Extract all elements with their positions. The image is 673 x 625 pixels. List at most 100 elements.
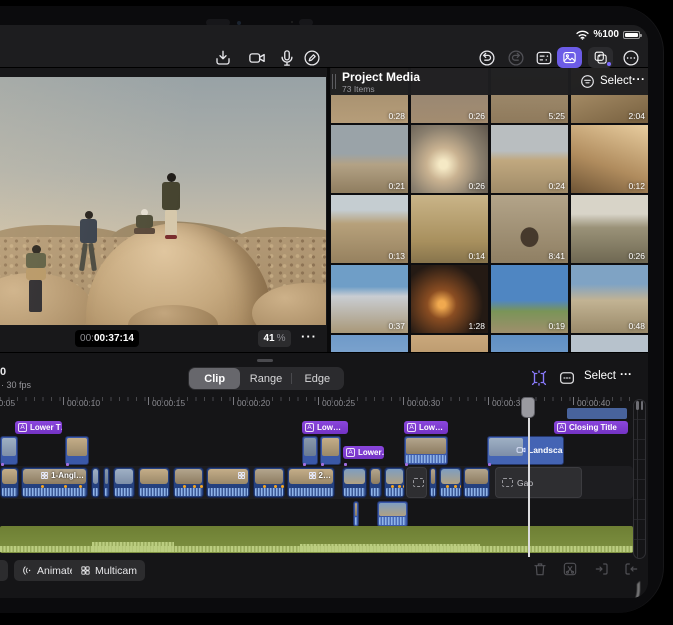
browser-select-button[interactable]: Select <box>600 75 632 87</box>
playhead-line[interactable] <box>528 399 530 557</box>
media-thumbnail[interactable]: 0:14 <box>411 195 488 263</box>
title-clip-label: Lower T… <box>30 423 62 432</box>
storyline-clip[interactable]: 1-Angl… <box>21 467 88 498</box>
timeline-ruler[interactable]: 00:00:0500:00:1000:00:1500:00:2000:00:25… <box>0 397 633 413</box>
timecode-display[interactable]: 00:00:37:14 <box>75 330 139 347</box>
media-thumbnail[interactable]: 0:26 <box>571 195 648 263</box>
media-thumbnail[interactable]: 0:24 <box>491 125 568 193</box>
connected-clip[interactable] <box>65 436 89 465</box>
gap-clip[interactable]: Gap <box>495 467 582 498</box>
title-clip[interactable]: ALower T… <box>15 421 62 434</box>
storyline-clip[interactable] <box>138 467 170 498</box>
inspector-icon[interactable] <box>535 49 553 67</box>
storyline-clip[interactable] <box>369 467 382 498</box>
clip-duration: 2:04 <box>628 111 645 121</box>
timeline-vertical-scrollbar[interactable] <box>633 399 646 559</box>
storyline-clip[interactable]: 2… <box>287 467 335 498</box>
viewer-more-button[interactable]: ··· <box>301 329 317 344</box>
storyline-clip[interactable] <box>439 467 462 498</box>
connected-clip[interactable]: Landscap… <box>487 436 564 465</box>
media-thumbnail[interactable] <box>331 335 408 352</box>
ruler-label: 00:00:40 <box>577 398 610 408</box>
storyline-clip[interactable] <box>103 467 110 498</box>
media-thumbnail[interactable]: 0:13 <box>331 195 408 263</box>
clip-duration: 0:13 <box>388 251 405 261</box>
storyline-clip[interactable] <box>206 467 250 498</box>
redo-icon[interactable] <box>507 49 525 67</box>
connected-clip[interactable] <box>302 436 318 465</box>
title-clip[interactable]: ALow… <box>302 421 348 434</box>
clip-thumbnail <box>322 438 339 456</box>
viewer-controls: 00:00:37:14 41 % ··· <box>0 328 323 350</box>
media-thumbnail[interactable]: 0:48 <box>571 265 648 333</box>
microphone-icon[interactable] <box>278 49 296 67</box>
clip-duration: 0:26 <box>628 251 645 261</box>
clip-duration: 0:26 <box>468 111 485 121</box>
record-camera-icon[interactable] <box>248 49 266 67</box>
connected-clip[interactable] <box>0 436 18 465</box>
pencil-tool-icon[interactable] <box>303 49 321 67</box>
timeline-select-button[interactable]: Select <box>584 370 616 382</box>
clip-duration: 0:14 <box>468 251 485 261</box>
append-clip-icon[interactable] <box>623 561 639 577</box>
storyline-clip[interactable] <box>253 467 285 498</box>
storyline-clip[interactable] <box>0 467 19 498</box>
connected-clip[interactable] <box>320 436 341 465</box>
filter-icon[interactable] <box>580 74 595 89</box>
media-thumbnail[interactable] <box>571 335 648 352</box>
gap-clip[interactable]: G… <box>406 467 427 498</box>
scrolled-clip[interactable] <box>567 408 627 419</box>
storyline-clip[interactable] <box>342 467 367 498</box>
undo-icon[interactable] <box>478 49 496 67</box>
title-badge-icon: A <box>557 423 566 432</box>
storyline-clip[interactable] <box>113 467 135 498</box>
timeline-more-button[interactable]: ··· <box>620 367 632 381</box>
enhance-wand-icon[interactable] <box>530 369 548 387</box>
video-preview[interactable] <box>0 77 326 325</box>
storyline-clip[interactable] <box>463 467 490 498</box>
media-thumbnail[interactable]: 0:19 <box>491 265 568 333</box>
playhead-handle[interactable] <box>521 397 535 418</box>
scrollbar-handle[interactable] <box>634 399 645 412</box>
clip-thumbnail <box>304 438 316 456</box>
title-clip[interactable]: ALow… <box>404 421 448 434</box>
mode-edge[interactable]: Edge <box>292 368 343 389</box>
media-thumbnail[interactable] <box>491 335 568 352</box>
media-thumbnail[interactable]: 1:28 <box>411 265 488 333</box>
media-thumbnail[interactable]: 0:21 <box>331 125 408 193</box>
mode-clip[interactable]: Clip <box>189 368 240 389</box>
clip-waveform <box>175 488 202 496</box>
storyline-clip[interactable] <box>429 467 437 498</box>
media-thumbnail[interactable] <box>411 335 488 352</box>
insert-clip-icon[interactable] <box>594 561 610 577</box>
music-track[interactable] <box>0 526 633 553</box>
mode-range[interactable]: Range <box>240 368 291 389</box>
connected-clip[interactable] <box>404 436 448 465</box>
blade-cut-icon[interactable] <box>562 561 578 577</box>
delete-clip-icon[interactable] <box>532 561 548 577</box>
media-thumbnail[interactable]: 0:12 <box>571 125 648 193</box>
media-thumbnail[interactable]: 0:26 <box>411 125 488 193</box>
clip-thumbnail <box>465 469 488 484</box>
media-thumbnail[interactable]: 0:37 <box>331 265 408 333</box>
connected-below-clip[interactable] <box>377 501 408 527</box>
panel-drag-handle[interactable] <box>257 359 273 362</box>
import-icon[interactable] <box>214 49 232 67</box>
title-clip[interactable]: AClosing Title <box>554 421 628 434</box>
title-clip[interactable]: ALower… <box>343 446 384 459</box>
pane-grip-icon[interactable] <box>332 74 336 89</box>
storyline-clip[interactable] <box>173 467 204 498</box>
connected-below-clip[interactable] <box>353 501 359 527</box>
clipped-tool-button[interactable] <box>0 560 8 581</box>
storyline-clip[interactable] <box>384 467 405 498</box>
zoom-level[interactable]: 41 % <box>258 330 291 347</box>
browser-more-button[interactable]: ··· <box>632 72 646 86</box>
media-browser-button[interactable] <box>557 47 582 68</box>
clip-waveform <box>379 517 406 525</box>
more-options-icon[interactable] <box>622 49 640 67</box>
overlay-frame-icon[interactable] <box>558 369 576 387</box>
storyline-clip[interactable] <box>91 467 100 498</box>
effects-titles-button[interactable] <box>588 47 613 68</box>
media-thumbnail[interactable]: 8:41 <box>491 195 568 263</box>
multicam-button[interactable]: Multicam <box>72 560 145 581</box>
